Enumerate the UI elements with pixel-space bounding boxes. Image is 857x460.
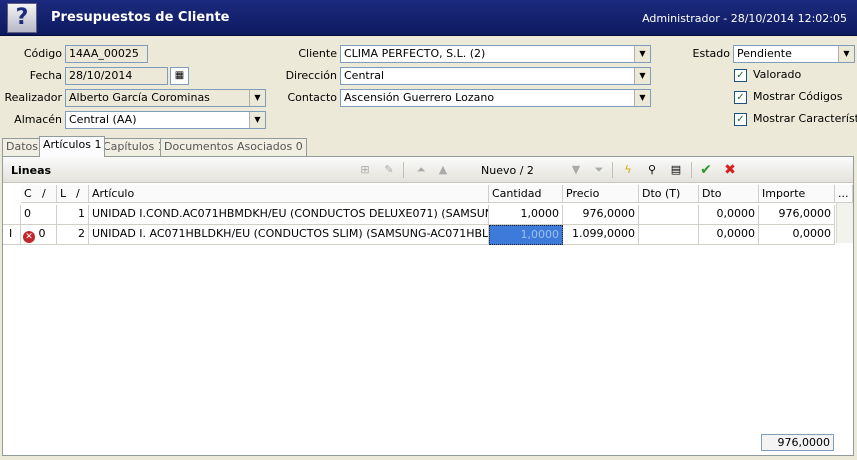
fecha-field[interactable]: 28/10/2014 — [65, 67, 168, 85]
cell-c-value: 0 — [38, 227, 46, 240]
window-title: Presupuestos de Cliente — [51, 10, 230, 25]
calendar-icon[interactable]: ▦ — [170, 67, 189, 85]
record-position: Nuevo / 2 — [481, 164, 534, 177]
first-record-icon[interactable]: ⏶ — [413, 162, 429, 178]
realizador-select[interactable]: Alberto García Corominas ▼ — [65, 89, 266, 107]
cell-precio[interactable]: 1.099,0000 — [563, 225, 639, 245]
codigo-label: Código — [23, 47, 62, 60]
col-header-dto-t[interactable]: Dto (T) — [639, 185, 699, 203]
next-record-icon[interactable]: ▼ — [568, 162, 584, 178]
lineas-toolbar: Lineas ⊞ ✎ ⏶ ▲ Nuevo / 2 ▼ ⏷ ϟ ⚲ ▤ ✔ ✖ — [3, 157, 853, 183]
toolbar-separator — [612, 162, 613, 178]
col-header-sort[interactable]: / — [73, 185, 89, 203]
total-importe: 976,0000 — [761, 434, 834, 451]
row-cursor: I — [3, 225, 21, 245]
tab-capitulos[interactable]: Capítulos 1 — [99, 138, 169, 156]
tab-documentos-asociados[interactable]: Documentos Asociados 0 — [160, 138, 307, 156]
col-header-importe[interactable]: Importe — [759, 185, 835, 203]
mostrar-caracteristicas-label: Mostrar Característica — [753, 112, 857, 125]
direccion-select[interactable]: Central ▼ — [340, 67, 651, 85]
lineas-title: Lineas — [11, 164, 52, 177]
accept-check-icon[interactable]: ✔ — [698, 162, 714, 178]
col-header-l[interactable]: L — [57, 185, 73, 203]
grid-scrollbar[interactable] — [836, 203, 853, 243]
estado-value: Pendiente — [737, 47, 792, 60]
mostrar-codigos-checkbox[interactable]: ✓ — [734, 91, 747, 104]
chevron-down-icon[interactable]: ▼ — [249, 90, 265, 106]
cell-l[interactable]: 2 — [57, 225, 89, 245]
binoculars-icon[interactable]: ⚲ — [644, 162, 660, 178]
cell-articulo[interactable]: UNIDAD I.COND.AC071HBMDKH/EU (CONDUCTOS … — [89, 205, 489, 225]
edit-icon[interactable]: ✎ — [381, 162, 397, 178]
chevron-down-icon[interactable]: ▼ — [249, 112, 265, 128]
almacen-select[interactable]: Central (AA) ▼ — [65, 111, 266, 129]
realizador-label: Realizador — [4, 91, 62, 104]
tab-articulos[interactable]: Artículos 1 — [39, 136, 106, 157]
cell-articulo[interactable]: UNIDAD I. AC071HBLDKH/EU (CONDUCTOS SLIM… — [89, 225, 489, 245]
window-icon[interactable]: ▤ — [668, 162, 684, 178]
cell-importe[interactable]: 0,0000 — [759, 225, 835, 245]
app-help-icon: ? — [7, 3, 37, 33]
valorado-checkbox[interactable]: ✓ — [734, 69, 747, 82]
row-indicator — [3, 205, 21, 225]
tree-icon[interactable]: ⊞ — [357, 162, 373, 178]
col-header-more[interactable]: ... — [835, 185, 853, 203]
direccion-value: Central — [344, 69, 385, 82]
title-bar: ? Presupuestos de Cliente Administrador … — [0, 0, 857, 36]
realizador-value: Alberto García Corominas — [69, 91, 210, 104]
estado-select[interactable]: Pendiente ▼ — [733, 45, 855, 63]
contacto-select[interactable]: Ascensión Guerrero Lozano ▼ — [340, 89, 651, 107]
cliente-select[interactable]: CLIMA PERFECTO, S.L. (2) ▼ — [340, 45, 651, 63]
lightning-icon[interactable]: ϟ — [620, 162, 636, 178]
error-icon: ✕ — [23, 231, 35, 243]
cell-l[interactable]: 1 — [57, 205, 89, 225]
cell-importe[interactable]: 976,0000 — [759, 205, 835, 225]
toolbar-separator — [691, 162, 692, 178]
cell-precio[interactable]: 976,0000 — [563, 205, 639, 225]
toolbar-separator — [403, 162, 404, 178]
cliente-label: Cliente — [298, 47, 337, 60]
col-header-cantidad[interactable]: Cantidad — [489, 185, 563, 203]
cell-cantidad[interactable]: 1,0000 — [489, 205, 563, 225]
contacto-label: Contacto — [287, 91, 337, 104]
chevron-down-icon[interactable]: ▼ — [634, 46, 650, 62]
col-header-precio[interactable]: Precio — [563, 185, 639, 203]
cell-c[interactable]: ✕ 0 — [21, 225, 57, 245]
codigo-field[interactable]: 14AA_00025 — [65, 45, 148, 63]
estado-label: Estado — [692, 47, 730, 60]
col-header-sort[interactable]: / — [39, 185, 57, 203]
lineas-panel: Lineas ⊞ ✎ ⏶ ▲ Nuevo / 2 ▼ ⏷ ϟ ⚲ ▤ ✔ ✖ C… — [2, 156, 854, 456]
col-header-c[interactable]: C — [21, 185, 39, 203]
cell-c[interactable]: 0 — [21, 205, 57, 225]
col-header-articulo[interactable]: Artículo — [89, 185, 489, 203]
last-record-icon[interactable]: ⏷ — [591, 162, 607, 178]
cell-dto-t[interactable] — [639, 225, 699, 245]
cell-dto-t[interactable] — [639, 205, 699, 225]
tab-datos[interactable]: Datos — [2, 138, 42, 156]
cancel-x-icon[interactable]: ✖ — [722, 162, 738, 178]
chevron-down-icon[interactable]: ▼ — [634, 68, 650, 84]
valorado-label: Valorado — [753, 68, 802, 81]
cell-dto[interactable]: 0,0000 — [699, 205, 759, 225]
almacen-value: Central (AA) — [69, 113, 137, 126]
col-header-dto[interactable]: Dto — [699, 185, 759, 203]
almacen-label: Almacén — [14, 113, 62, 126]
cell-cantidad-selected[interactable]: 1,0000 — [489, 225, 563, 245]
contacto-value: Ascensión Guerrero Lozano — [344, 91, 495, 104]
direccion-label: Dirección — [285, 69, 337, 82]
fecha-label: Fecha — [29, 69, 62, 82]
cliente-value: CLIMA PERFECTO, S.L. (2) — [344, 47, 486, 60]
chevron-down-icon[interactable]: ▼ — [838, 46, 854, 62]
cell-dto[interactable]: 0,0000 — [699, 225, 759, 245]
user-info: Administrador - 28/10/2014 12:02:05 — [642, 12, 847, 25]
previous-record-icon[interactable]: ▲ — [435, 162, 451, 178]
chevron-down-icon[interactable]: ▼ — [634, 90, 650, 106]
mostrar-caracteristicas-checkbox[interactable]: ✓ — [734, 113, 747, 126]
mostrar-codigos-label: Mostrar Códigos — [753, 90, 843, 103]
